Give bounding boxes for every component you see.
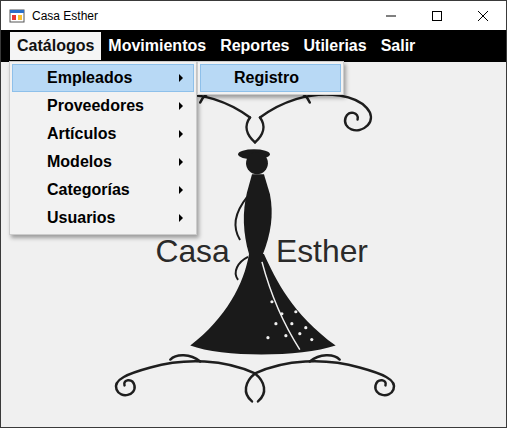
app-icon — [9, 8, 25, 24]
minimize-button[interactable] — [368, 1, 414, 30]
app-window: Casa EstherCatálogosMovimientosReportesU… — [0, 0, 507, 428]
maximize-button[interactable] — [414, 1, 460, 30]
close-button[interactable] — [460, 1, 506, 30]
menu-item[interactable]: Catálogos — [10, 32, 101, 60]
dropdown-item[interactable]: Usuarios — [12, 204, 194, 232]
menu-item[interactable]: Movimientos — [101, 32, 213, 60]
maximize-icon — [432, 11, 442, 21]
minimize-icon — [386, 11, 396, 21]
menu-item[interactable]: Reportes — [213, 32, 296, 60]
close-icon — [478, 11, 488, 21]
dropdown-item[interactable]: Categorías — [12, 176, 194, 204]
menu-bar: CatálogosMovimientosReportesUtileriasSal… — [1, 30, 506, 62]
menu-item[interactable]: Utilerias — [297, 32, 374, 60]
dropdown-item[interactable]: Artículos — [12, 120, 194, 148]
dropdown-item[interactable]: Modelos — [12, 148, 194, 176]
submenu-arrow-icon — [179, 130, 183, 138]
employee-submenu: Registro — [197, 61, 344, 95]
dropdown-item[interactable]: Proveedores — [12, 92, 194, 120]
title-bar: Casa Esther — [1, 1, 506, 30]
submenu-arrow-icon — [179, 102, 183, 110]
menu-item[interactable]: Salir — [374, 32, 423, 60]
window-title: Casa Esther — [32, 9, 98, 23]
dropdown-item[interactable]: Empleados — [12, 64, 194, 92]
submenu-item[interactable]: Registro — [200, 64, 341, 92]
submenu-arrow-icon — [179, 74, 183, 82]
submenu-arrow-icon — [179, 158, 183, 166]
submenu-arrow-icon — [179, 186, 183, 194]
bottom-ornament-icon — [116, 355, 394, 401]
logo-word: Casa — [155, 233, 230, 269]
logo-word: Esther — [276, 233, 368, 269]
catalog-dropdown: EmpleadosProveedoresArtículosModelosCate… — [9, 61, 197, 235]
submenu-arrow-icon — [179, 214, 183, 222]
